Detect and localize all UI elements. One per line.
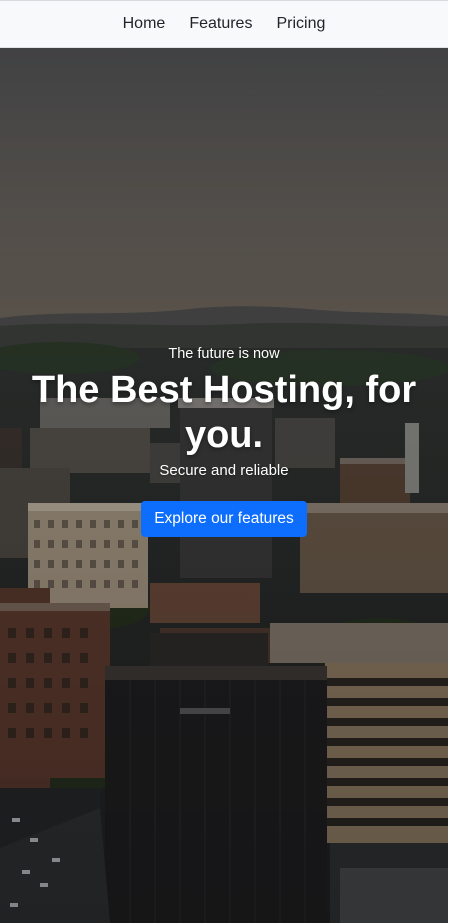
nav-link-pricing[interactable]: Pricing xyxy=(276,12,325,36)
top-navbar: Home Features Pricing xyxy=(0,0,448,48)
page: Home Features Pricing The future is now … xyxy=(0,0,450,923)
hero-tagline: The future is now xyxy=(168,346,280,362)
nav-link-home[interactable]: Home xyxy=(123,12,166,36)
hero-headline: The Best Hosting, for you. xyxy=(31,369,417,456)
hero-section: The future is now The Best Hosting, for … xyxy=(0,48,448,923)
nav-link-features[interactable]: Features xyxy=(189,12,252,36)
hero-content: The future is now The Best Hosting, for … xyxy=(0,344,448,537)
explore-features-button[interactable]: Explore our features xyxy=(141,501,307,537)
hero-subline: Secure and reliable xyxy=(159,462,289,479)
